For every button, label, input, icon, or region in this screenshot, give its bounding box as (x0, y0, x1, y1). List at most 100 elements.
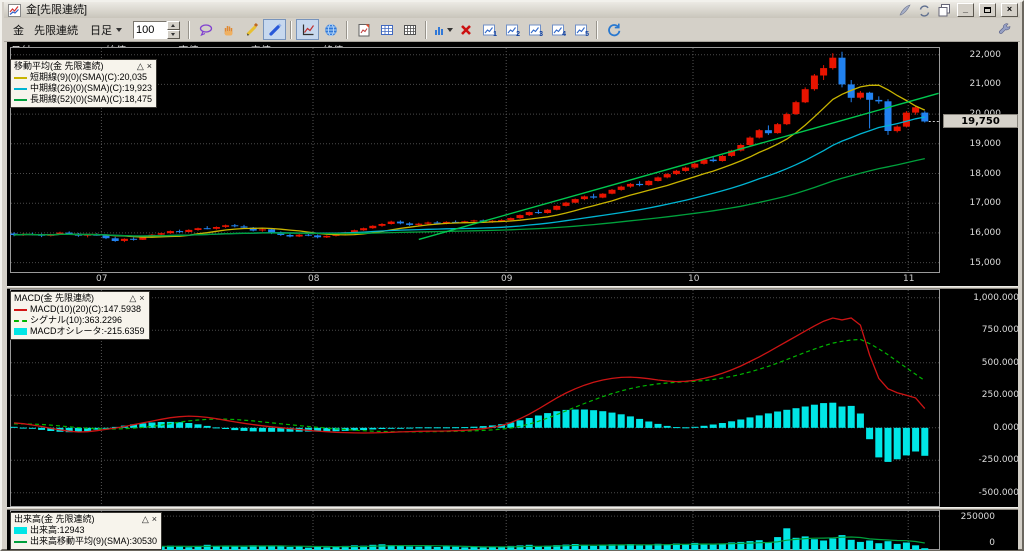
annotate-pen-icon[interactable] (896, 3, 912, 17)
x-axis-label: 07 (96, 274, 108, 284)
chart-preset-3-button[interactable]: 3 (523, 19, 546, 40)
trendline (418, 92, 939, 241)
chart-client-area: 日付:2025/11/05 始値:20,050 高値:20,099 安値:19,718… (7, 42, 1019, 550)
toolbar-separator (188, 20, 190, 39)
legend-item: 出来高:12943 (14, 525, 157, 536)
y-axis-label: 250000 (960, 512, 995, 522)
y-axis-label: 750.000 (981, 325, 1019, 335)
toolbar-separator (346, 20, 348, 39)
bar-count-input[interactable] (133, 20, 167, 39)
y-axis-label: -500.000 (978, 488, 1019, 498)
x-axis-label: 10 (688, 274, 700, 284)
symbol-label[interactable]: 金 (13, 22, 24, 38)
x-axis-label: 08 (308, 274, 320, 284)
macd-y-axis: 1,000.000 750.000 500.000 250.000 0.000 -250.… (943, 289, 1019, 507)
chart-preset-5-button[interactable]: 5 (569, 19, 592, 40)
globe-button[interactable] (319, 19, 342, 40)
legend-item: シグナル(10):363.2296 (14, 315, 145, 326)
y-axis-label: 15,000 (969, 258, 1002, 268)
chart-preset-1-button[interactable]: 1 (477, 19, 500, 40)
toolbar-separator (290, 20, 292, 39)
quote-table-button[interactable] (375, 19, 398, 40)
legend-collapse-button[interactable]: △ (142, 514, 149, 524)
legend-collapse-button[interactable]: △ (129, 293, 136, 303)
sma-line-26 (13, 116, 925, 237)
y-axis-label: -250.000 (978, 455, 1019, 465)
legend-swatch-icon (14, 540, 27, 543)
lasso-tool-button[interactable] (194, 19, 217, 40)
hand-tool-button[interactable] (217, 19, 240, 40)
x-axis-label: 09 (501, 274, 513, 284)
legend-close-button[interactable]: × (139, 293, 144, 303)
macd-legend: MACD(金 先限連続) △ × MACD(10)(20)(C):147.5938… (10, 291, 150, 340)
y-axis-label: 22,000 (969, 50, 1002, 60)
period-dropdown[interactable]: 日足 (87, 21, 125, 39)
last-price-badge: 19,750 (943, 114, 1018, 128)
y-axis-label: 18,000 (969, 169, 1002, 179)
contract-label[interactable]: 先限連続 (34, 22, 78, 38)
chart-preset-4-button[interactable]: 4 (546, 19, 569, 40)
sma-line-52 (13, 157, 925, 237)
volume-legend: 出来高(金 先限連続) △ × 出来高:12943 出来高移動平均(9)(SMA):… (10, 512, 163, 550)
y-axis-label: 16,000 (969, 228, 1002, 238)
y-axis-label: 17,000 (969, 198, 1002, 208)
legend-collapse-button[interactable]: △ (137, 61, 144, 71)
toolbar-separator (425, 20, 427, 39)
volume-y-axis: 250000 0 (943, 510, 995, 550)
y-axis-label: 0 (989, 538, 995, 548)
brush-tool-button[interactable] (263, 19, 286, 40)
chevron-down-icon (447, 27, 453, 32)
sma-line-9 (13, 84, 926, 238)
spinner-up-button[interactable] (167, 20, 180, 30)
delete-indicator-button[interactable] (454, 19, 477, 40)
legend-item: 長期線(52)(0)(SMA)(C):18,475 (14, 94, 152, 105)
grid-lines (11, 290, 939, 506)
refresh-button[interactable] (602, 19, 625, 40)
legend-item: MACD(10)(20)(C):147.5938 (14, 304, 145, 315)
price-y-axis: 22,00021,00020,00019,00018,00017,00016,0… (943, 47, 1002, 273)
maximize-button[interactable] (979, 3, 996, 17)
y-axis-label: 19,000 (969, 139, 1002, 149)
x-axis-label: 11 (903, 274, 915, 284)
legend-item: 短期線(9)(0)(SMA)(C):20,035 (14, 72, 152, 83)
legend-swatch-icon (14, 76, 27, 79)
titlebar: 金[先限連続] _ × (4, 2, 1020, 18)
legend-swatch-icon (14, 308, 27, 311)
macd-legend-title: MACD(金 先限連続) (14, 293, 94, 303)
y-axis-label: 21,000 (969, 79, 1002, 89)
y-axis-label: 250.000 (981, 390, 1019, 400)
y-axis-label: 1,000.000 (973, 293, 1019, 303)
chart-preset-2-button[interactable]: 2 (500, 19, 523, 40)
legend-swatch-icon (14, 87, 27, 90)
bar-count-spinner (133, 20, 180, 39)
ma-legend: 移動平均(金 先限連続) △ × 短期線(9)(0)(SMA)(C):20,035… (10, 59, 158, 108)
y-axis-label: 500.000 (981, 358, 1019, 368)
app-icon (6, 3, 22, 17)
chevron-down-icon (116, 27, 122, 32)
volume-legend-title: 出来高(金 先限連続) (14, 514, 95, 524)
new-chart-page-button[interactable] (352, 19, 375, 40)
legend-close-button[interactable]: × (147, 61, 152, 71)
legend-swatch-icon (14, 319, 27, 322)
toolbar: 金 先限連続 日足 1 2 3 4 5 (4, 18, 1020, 42)
spinner-down-button[interactable] (167, 29, 180, 39)
legend-swatch-icon (14, 328, 27, 335)
copy-window-icon[interactable] (936, 3, 952, 17)
toolbar-separator (596, 20, 598, 39)
legend-item: 中期線(26)(0)(SMA)(C):19,923 (14, 83, 152, 94)
pencil-tool-button[interactable] (240, 19, 263, 40)
legend-item: MACDオシレータ:-215.6359 (14, 326, 145, 337)
settings-wrench-icon[interactable] (993, 19, 1016, 40)
axes-chart-button[interactable] (296, 19, 319, 40)
grid-view-button[interactable] (398, 19, 421, 40)
legend-close-button[interactable]: × (152, 514, 157, 524)
legend-swatch-icon (14, 527, 27, 534)
legend-swatch-icon (14, 98, 27, 101)
indicator-histogram-button[interactable] (431, 19, 454, 40)
y-axis-label: 0.000 (993, 423, 1019, 433)
minimize-button[interactable]: _ (957, 3, 974, 17)
app-window: 金[先限連続] _ × 金 先限連続 日足 100 1 2 3 4 5 日付:2… (0, 0, 1024, 551)
close-button[interactable]: × (1001, 3, 1018, 17)
price-x-axis: 07 08 09 10 11 (10, 273, 940, 286)
sync-icon[interactable] (916, 3, 932, 17)
